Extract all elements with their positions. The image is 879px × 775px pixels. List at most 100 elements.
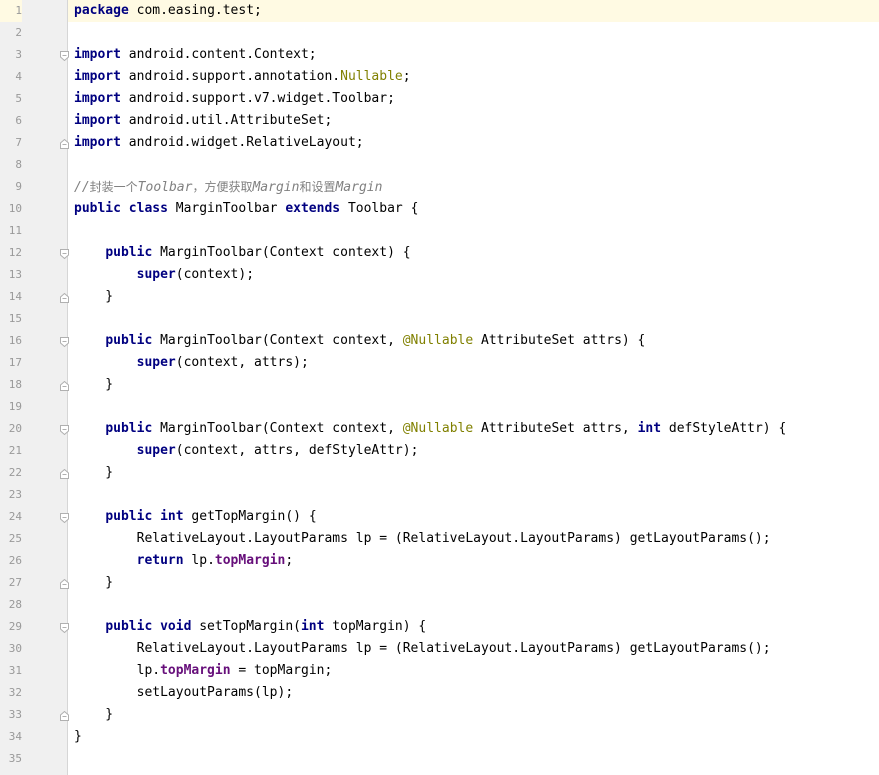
line-number: 22 xyxy=(8,466,22,479)
code-line[interactable]: 28 xyxy=(9,594,879,616)
code-line[interactable]: 13 super(context); xyxy=(9,264,879,286)
line-number: 5 xyxy=(15,92,22,105)
line-number: 15 xyxy=(8,312,22,325)
code-line[interactable]: 10 public class MarginToolbar extends Too… xyxy=(9,198,879,220)
code-line[interactable]: 26 return lp.topMargin; xyxy=(9,550,879,572)
fold-close-icon[interactable] xyxy=(60,138,69,149)
fold-open-icon[interactable] xyxy=(60,622,69,634)
code-token: android.support.v7.widget.Toolbar; xyxy=(120,91,395,106)
line-number: 23 xyxy=(8,488,22,501)
code-line[interactable]: 21 super(context, attrs, defStyleAttr); xyxy=(9,440,879,462)
line-text: lp.topMargin = topMargin; xyxy=(74,660,333,682)
code-token: Toolbar xyxy=(137,180,193,195)
line-text: public int getTopMargin() { xyxy=(74,506,317,528)
code-token: } xyxy=(74,377,114,392)
line-number: 14 xyxy=(8,290,22,303)
code-token: import xyxy=(74,113,121,128)
code-line[interactable]: 31 lp.topMargin = topMargin; xyxy=(9,660,879,682)
code-line[interactable]: 5 import android.support.v7.widget.Toolba… xyxy=(15,88,879,110)
line-number: 28 xyxy=(8,598,22,611)
line-text: RelativeLayout.LayoutParams lp = (Relati… xyxy=(74,638,771,660)
code-line[interactable]: 35 xyxy=(9,748,879,770)
line-number: 20 xyxy=(8,422,22,435)
code-line[interactable]: 24 public int getTopMargin() { xyxy=(9,506,879,528)
line-text: public MarginToolbar(Context context) { xyxy=(74,242,411,264)
line-number: 3 xyxy=(15,48,22,61)
code-editor[interactable]: 1 package com.easing.test; 2 3 import androi… xyxy=(0,0,879,775)
code-line[interactable]: 34} xyxy=(9,726,879,748)
line-number: 7 xyxy=(15,136,22,149)
fold-close-icon[interactable] xyxy=(60,292,69,303)
fold-open-icon[interactable] xyxy=(60,424,69,436)
code-line[interactable]: 9//封装一个Toolbar，方便获取Margin和设置Margin xyxy=(15,176,879,198)
line-text: import android.support.v7.widget.Toolbar… xyxy=(74,88,395,110)
code-line[interactable]: 20 public MarginToolbar(Context context,… xyxy=(9,418,879,440)
fold-open-icon[interactable] xyxy=(60,50,69,62)
line-text: } xyxy=(74,374,113,396)
code-line[interactable]: 22 } xyxy=(9,462,879,484)
code-line[interactable]: 7 import android.widget.RelativeLayout; xyxy=(15,132,879,154)
code-line[interactable]: 15 xyxy=(9,308,879,330)
code-token: AttributeSet attrs) { xyxy=(473,333,646,348)
code-line[interactable]: 30 RelativeLayout.LayoutParams lp = (Rel… xyxy=(9,638,879,660)
code-token: MarginToolbar(Context context, xyxy=(152,333,403,348)
code-line[interactable]: 12 public MarginToolbar(Context context)… xyxy=(9,242,879,264)
code-token: lp. xyxy=(183,553,215,568)
code-token: RelativeLayout.LayoutParams lp = (Relati… xyxy=(74,641,771,656)
line-number: 4 xyxy=(15,70,22,83)
line-text: return lp.topMargin; xyxy=(74,550,294,572)
code-token: int xyxy=(637,421,662,436)
code-token: android.widget.RelativeLayout; xyxy=(120,135,364,150)
code-token: Toolbar { xyxy=(340,201,419,216)
code-token: public void xyxy=(105,619,192,634)
code-token: android.util.AttributeSet; xyxy=(120,113,333,128)
line-number: 24 xyxy=(8,510,22,523)
code-line[interactable]: 16 public MarginToolbar(Context context,… xyxy=(9,330,879,352)
line-number: 1 xyxy=(0,0,22,22)
line-text: } xyxy=(74,572,113,594)
code-line[interactable]: 1 package com.easing.test; xyxy=(0,0,879,22)
code-area[interactable]: 1 package com.easing.test; 2 3 import androi… xyxy=(0,0,879,770)
code-line[interactable]: 17 super(context, attrs); xyxy=(9,352,879,374)
fold-close-icon[interactable] xyxy=(60,468,69,479)
fold-close-icon[interactable] xyxy=(60,578,69,589)
line-text: } xyxy=(74,462,113,484)
code-token: topMargin xyxy=(214,553,286,568)
fold-open-icon[interactable] xyxy=(60,512,69,524)
code-token: (context, attrs, defStyleAttr); xyxy=(175,443,419,458)
code-line[interactable]: 25 RelativeLayout.LayoutParams lp = (Rel… xyxy=(9,528,879,550)
fold-close-icon[interactable] xyxy=(60,710,69,721)
code-token: super xyxy=(136,267,176,282)
code-line[interactable]: 23 xyxy=(9,484,879,506)
fold-close-icon[interactable] xyxy=(60,380,69,391)
code-line[interactable]: 2 xyxy=(15,22,879,44)
fold-open-icon[interactable] xyxy=(60,248,69,260)
code-token: } xyxy=(74,289,114,304)
line-number: 21 xyxy=(8,444,22,457)
code-token: = topMargin; xyxy=(230,663,333,678)
fold-open-icon[interactable] xyxy=(60,336,69,348)
code-token: super xyxy=(136,355,176,370)
code-line[interactable]: 14 } xyxy=(9,286,879,308)
code-line[interactable]: 8 xyxy=(15,154,879,176)
code-line[interactable]: 6 import android.util.AttributeSet; xyxy=(15,110,879,132)
code-line[interactable]: 19 xyxy=(9,396,879,418)
code-token: ; xyxy=(402,69,411,84)
code-line[interactable]: 3 import android.content.Context; xyxy=(15,44,879,66)
line-text: public MarginToolbar(Context context, @N… xyxy=(74,418,786,440)
code-token: (context); xyxy=(175,267,255,282)
code-line[interactable]: 27 } xyxy=(9,572,879,594)
code-line[interactable]: 33 } xyxy=(9,704,879,726)
code-line[interactable]: 18 } xyxy=(9,374,879,396)
code-token: public class xyxy=(74,201,168,216)
code-line[interactable]: 11 xyxy=(9,220,879,242)
line-text: RelativeLayout.LayoutParams lp = (Relati… xyxy=(74,528,771,550)
code-token: public int xyxy=(105,509,184,524)
code-line[interactable]: 4 import android.support.annotation.Nulla… xyxy=(15,66,879,88)
code-line[interactable]: 32 setLayoutParams(lp); xyxy=(9,682,879,704)
code-line[interactable]: 29 public void setTopMargin(int topMargi… xyxy=(9,616,879,638)
code-token: MarginToolbar(Context context) { xyxy=(152,245,411,260)
code-token: getTopMargin() { xyxy=(183,509,317,524)
